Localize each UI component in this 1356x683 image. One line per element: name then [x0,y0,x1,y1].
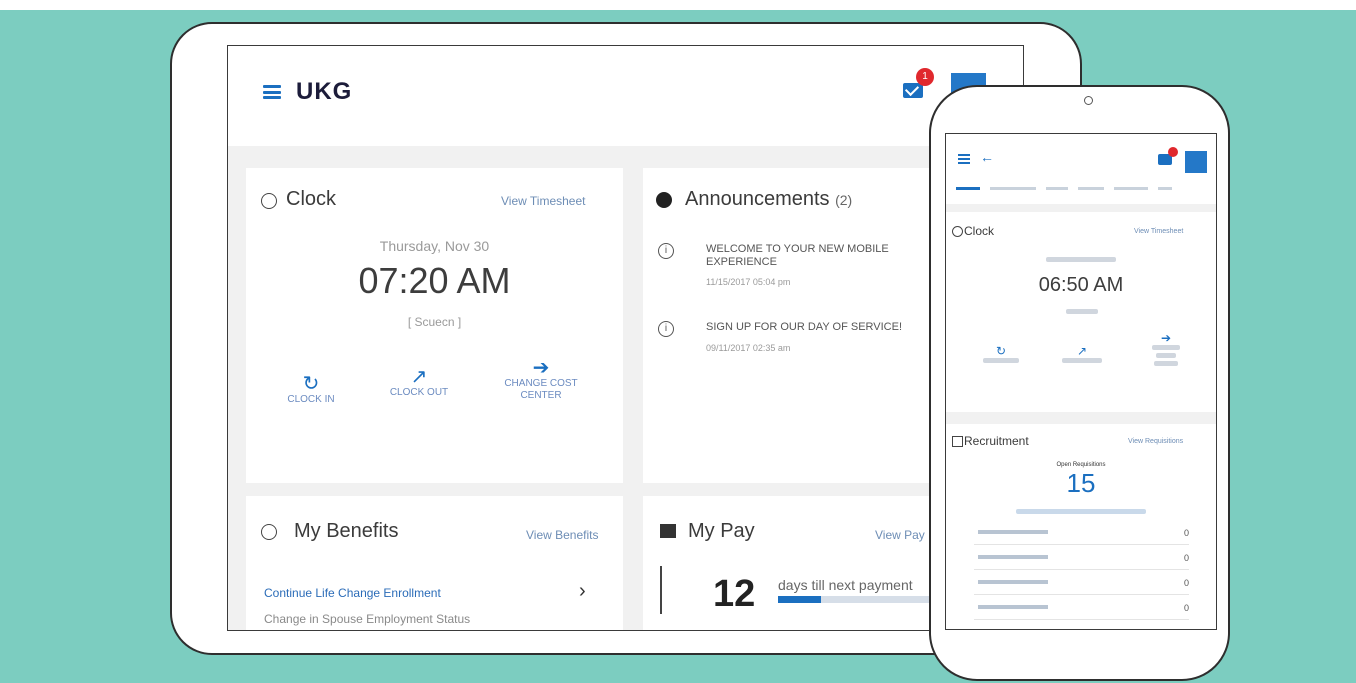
benefits-card: My Benefits View Benefits Continue Life … [246,496,623,630]
requisition-row[interactable]: 0 [974,553,1189,570]
clock-title: Clock [286,188,337,210]
announcement-text: WELCOME TO YOUR NEW MOBILE EXPERIENCE [706,243,889,268]
camera-icon [1084,96,1093,105]
phone-change-cost-center-button[interactable]: ➔ [1136,331,1196,366]
view-benefits-link[interactable]: View Benefits [526,528,599,542]
recruitment-icon [952,436,963,447]
tab[interactable] [1046,187,1068,190]
tab[interactable] [990,187,1036,190]
announcements-count: (2) [835,192,853,208]
arrow-right-icon: ➔ [1160,331,1172,345]
requisition-row[interactable]: 0 [974,603,1189,620]
phone-recruitment-card: Recruitment View Requisitions Open Requi… [946,424,1216,629]
clock-out-icon: ↗ [410,366,428,388]
announcement-date: 11/15/2017 05:04 pm [706,277,791,287]
life-change-enrollment-link[interactable]: Continue Life Change Enrollment [264,586,441,600]
phone-top-bar: ← [946,134,1216,204]
open-requisitions-count: 15 [1066,468,1096,498]
phone-clock-in-button[interactable]: ↻ [971,344,1031,366]
requisition-row-value: 0 [1183,578,1189,588]
phone-clock-title: Clock [964,224,995,238]
pay-title: My Pay [688,520,755,542]
avatar[interactable] [1185,151,1207,173]
view-pay-link[interactable]: View Pay [875,528,925,542]
clock-in-icon: ↻ [995,344,1007,358]
back-arrow-icon[interactable]: ← [980,149,994,165]
clock-card: Clock View Timesheet Thursday, Nov 30 07… [246,168,623,483]
announcements-title: Announcements [685,188,830,210]
change-cost-center-label: CHANGE COST CENTER [504,378,578,401]
info-icon: i [658,321,674,337]
clock-icon [261,193,277,209]
view-requisitions-link[interactable]: View Requisitions [1128,438,1183,445]
clock-date: Thursday, Nov 30 [379,238,490,254]
benefits-title: My Benefits [294,520,399,542]
phone-clock-card: Clock View Timesheet 06:50 AM ↻ ↗ ➔ [946,212,1216,412]
ukg-logo: UKG [296,78,353,105]
days-till-payment-label: days till next payment [778,577,913,593]
clock-icon [952,226,963,237]
tab[interactable] [1158,187,1172,190]
clock-out-icon: ↗ [1076,344,1088,358]
clock-time: 07:20 AM [358,260,511,301]
arrow-right-icon: ➔ [532,357,550,379]
pay-progress-bar [778,596,948,603]
phone-tabs [946,187,1216,197]
benefits-icon [261,524,277,540]
phone-clock-out-button[interactable]: ↗ [1052,344,1112,366]
hamburger-menu-icon[interactable] [263,85,281,99]
requisition-row-value: 0 [1183,603,1189,613]
clock-out-label: CLOCK OUT [389,387,449,398]
pay-progress-fill [778,596,821,603]
requisitions-summary [1016,509,1146,514]
pay-card: My Pay View Pay 12 days till next paymen… [643,496,948,630]
clock-in-button[interactable]: ↻ CLOCK IN [266,373,356,406]
clock-out-label [1062,358,1102,363]
tab[interactable] [1114,187,1148,190]
pay-icon [660,524,676,538]
announcement-text: SIGN UP FOR OUR DAY OF SERVICE! [706,321,903,333]
mail-icon[interactable] [903,83,923,98]
info-icon: i [658,243,674,259]
announcements-card: Announcements (2) i WELCOME TO YOUR NEW … [643,168,943,483]
days-until-pay: 12 [713,573,756,615]
view-timesheet-link[interactable]: View Timesheet [501,194,586,208]
phone-clock-date [1046,257,1116,262]
requisition-row-value: 0 [1183,553,1189,563]
divider [660,566,662,614]
clock-out-button[interactable]: ↗ CLOCK OUT [384,366,454,399]
phone-view-timesheet-link[interactable]: View Timesheet [1134,228,1183,235]
clock-in-label [983,358,1019,363]
phone-clock-time: 06:50 AM [1038,274,1124,296]
notification-badge: 1 [916,68,934,86]
requisition-row-value: 0 [1183,528,1189,538]
announcement-date: 09/11/2017 02:35 am [706,343,791,353]
hamburger-menu-icon[interactable] [958,154,970,164]
phone-screen: ← Clock View Timesheet 06:50 AM ↻ ↗ ➔ Re… [945,133,1217,630]
phone-recruitment-title: Recruitment [964,434,1029,448]
info-icon [656,192,672,208]
phone-clock-status [1066,309,1098,314]
clock-status: [ Scuecn ] [407,315,462,329]
tab[interactable] [1078,187,1104,190]
change-cost-center-button[interactable]: ➔ CHANGE COST CENTER [501,357,581,402]
tab[interactable] [956,187,980,190]
clock-in-icon: ↻ [302,373,320,395]
tablet-screen: UKG 1 Clock View Timesheet Thursday, Nov… [227,45,1024,631]
clock-in-label: CLOCK IN [287,394,335,405]
top-bar: UKG 1 [228,46,1023,146]
chevron-right-icon[interactable]: › [579,580,586,603]
requisition-row[interactable]: 0 [974,528,1189,545]
requisition-row[interactable]: 0 [974,578,1189,595]
notification-badge [1168,147,1178,157]
enrollment-subtext: Change in Spouse Employment Status [264,612,471,626]
